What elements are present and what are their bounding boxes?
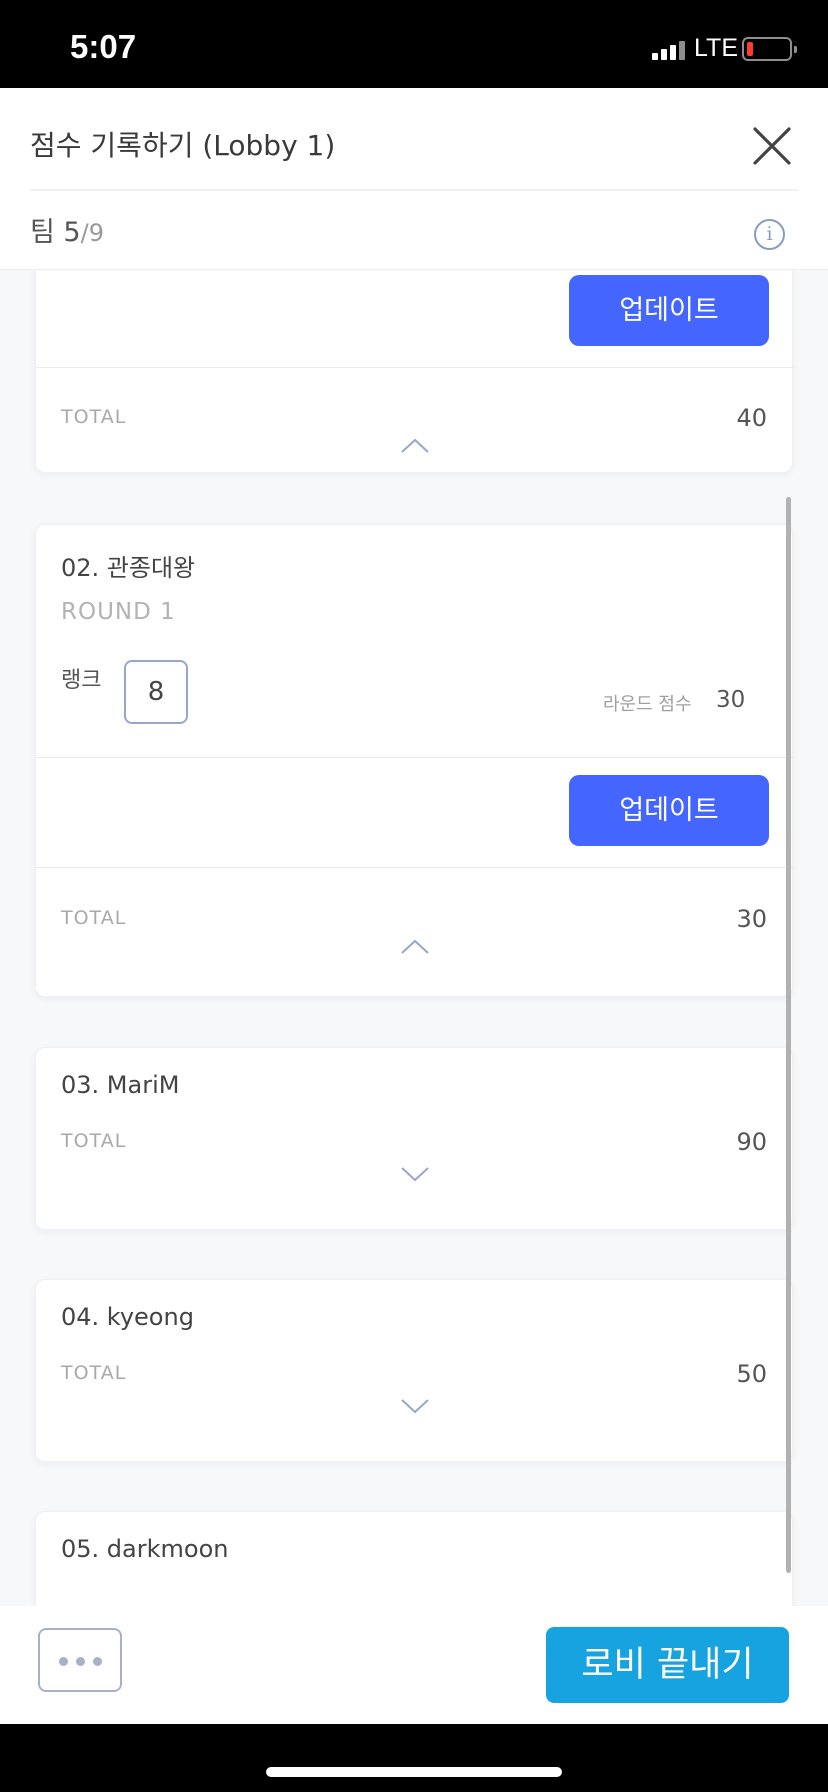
team-card: 02. 관종대왕 ROUND 1 랭크 8 라운드 점수 30 업데이트 TOT… [35,524,794,997]
rank-input[interactable]: 8 [124,660,188,724]
team-name: 04. kyeong [61,1303,194,1331]
total-value: 90 [736,1128,767,1156]
round-score-label: 라운드 점수 [603,694,692,715]
score-entry-screen: 5:07 LTE 점수 기록하기 (Lobby 1) 팀 5/9 i 업데이트 [0,0,828,1792]
card-divider [36,367,794,368]
modal-title: 점수 기록하기 (Lobby 1) [30,129,336,162]
more-icon[interactable] [38,1628,122,1692]
card-divider [36,757,794,758]
chevron-down-icon[interactable] [399,1165,431,1183]
round-label: ROUND 1 [61,599,176,625]
team-name: 05. darkmoon [61,1535,229,1563]
team-name: 02. 관종대왕 [61,554,196,582]
total-label: TOTAL [61,1130,127,1152]
battery-icon [742,37,797,61]
status-bar: 5:07 LTE [0,0,828,88]
team-total: /9 [80,219,104,247]
team-label: 팀 5 [30,217,81,248]
close-icon[interactable] [748,122,796,170]
bottom-action-bar: 로비 끝내기 [0,1606,828,1724]
total-label: TOTAL [61,1362,127,1384]
team-card[interactable]: 03. MariM TOTAL 90 [35,1047,793,1230]
info-icon[interactable]: i [754,219,785,250]
home-indicator[interactable] [266,1767,562,1777]
total-label: TOTAL [61,406,127,428]
scrollbar[interactable] [786,497,791,1573]
modal-header: 점수 기록하기 (Lobby 1) 팀 5/9 i [0,88,828,270]
team-counter: 팀 5/9 [30,210,104,249]
header-divider [30,189,798,191]
total-value: 50 [736,1360,767,1388]
team-card[interactable]: 05. darkmoon [35,1511,793,1606]
home-indicator-area [0,1724,828,1792]
chevron-up-icon[interactable] [399,437,431,455]
team-name: 03. MariM [61,1071,180,1099]
team-list[interactable]: 업데이트 TOTAL 40 02. 관종대왕 ROUND 1 랭크 8 라운드 … [0,271,828,1606]
network-label: LTE [694,34,738,62]
update-button[interactable]: 업데이트 [569,775,769,846]
chevron-up-icon[interactable] [399,938,431,956]
end-lobby-button[interactable]: 로비 끝내기 [546,1627,789,1703]
card-divider [36,867,794,868]
update-button[interactable]: 업데이트 [569,275,769,346]
rank-label: 랭크 [61,668,102,693]
total-label: TOTAL [61,907,127,929]
round-score-value: 30 [716,687,746,713]
team-card: 업데이트 TOTAL 40 [35,271,794,473]
chevron-down-icon[interactable] [399,1397,431,1415]
total-value: 30 [736,905,767,933]
team-card[interactable]: 04. kyeong TOTAL 50 [35,1279,793,1462]
status-time: 5:07 [70,28,137,65]
signal-icon [652,40,686,60]
total-value: 40 [736,404,767,432]
